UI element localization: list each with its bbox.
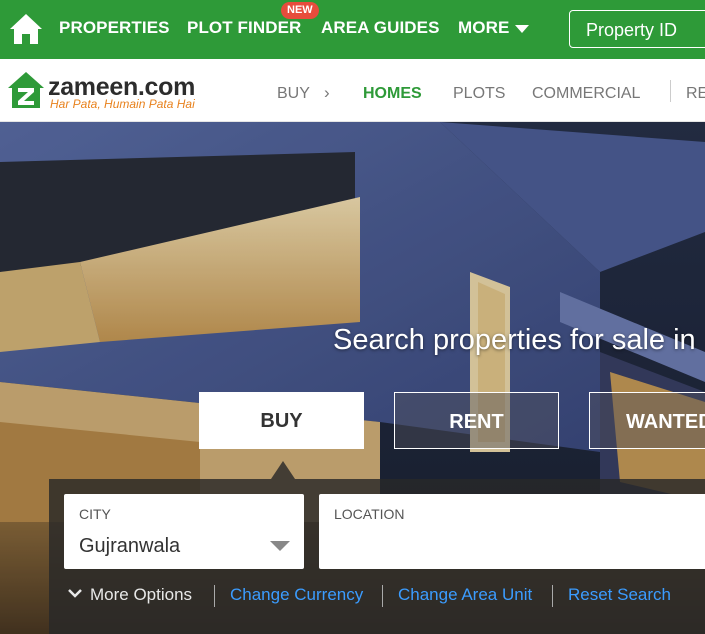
home-icon[interactable] [8, 12, 44, 46]
subnav-divider [670, 80, 671, 102]
chevron-down-icon[interactable] [67, 587, 82, 599]
brand-tagline: Har Pata, Humain Pata Hai [50, 97, 195, 111]
nav-more[interactable]: MORE [458, 18, 509, 38]
location-label: LOCATION [334, 506, 405, 522]
city-value[interactable]: Gujranwala [79, 535, 180, 558]
options-divider [552, 585, 553, 607]
reset-search-link[interactable]: Reset Search [568, 585, 671, 605]
city-select[interactable]: CITY Gujranwala [64, 494, 304, 569]
options-divider [214, 585, 215, 607]
zameen-logo-icon[interactable] [6, 70, 46, 110]
tab-rent[interactable]: RENT [394, 392, 559, 449]
subnav-commercial[interactable]: COMMERCIAL [532, 85, 640, 103]
top-navigation-bar: PROPERTIES PLOT FINDER NEW AREA GUIDES M… [0, 0, 705, 59]
location-input[interactable]: LOCATION [319, 494, 705, 569]
subnav-item-partial[interactable]: RE [686, 85, 705, 103]
chevron-right-icon: › [324, 83, 330, 102]
sub-navigation-bar: zameen.com Har Pata, Humain Pata Hai BUY… [0, 59, 705, 122]
city-label: CITY [79, 506, 111, 522]
chevron-down-icon[interactable] [515, 25, 529, 33]
nav-area-guides[interactable]: AREA GUIDES [321, 18, 440, 38]
subnav-plots[interactable]: PLOTS [453, 85, 505, 103]
hero-heading: Search properties for sale in [333, 324, 696, 356]
tab-wanted[interactable]: WANTED [589, 392, 705, 449]
tab-buy[interactable]: BUY [199, 392, 364, 449]
active-tab-pointer [271, 461, 295, 479]
nav-properties[interactable]: PROPERTIES [59, 18, 170, 38]
options-divider [382, 585, 383, 607]
change-area-unit-link[interactable]: Change Area Unit [398, 585, 532, 605]
subnav-buy[interactable]: BUY [277, 85, 310, 103]
property-id-button[interactable]: Property ID [569, 10, 705, 48]
new-badge: NEW [281, 2, 319, 19]
hero-banner: Search properties for sale in BUY RENT W… [0, 122, 705, 634]
nav-plot-finder[interactable]: PLOT FINDER [187, 18, 301, 38]
change-currency-link[interactable]: Change Currency [230, 585, 363, 605]
more-options-link[interactable]: More Options [90, 585, 192, 605]
search-panel: CITY Gujranwala LOCATION More Options Ch… [49, 479, 705, 634]
dropdown-caret-icon[interactable] [270, 541, 290, 551]
subnav-homes[interactable]: HOMES [363, 85, 422, 103]
